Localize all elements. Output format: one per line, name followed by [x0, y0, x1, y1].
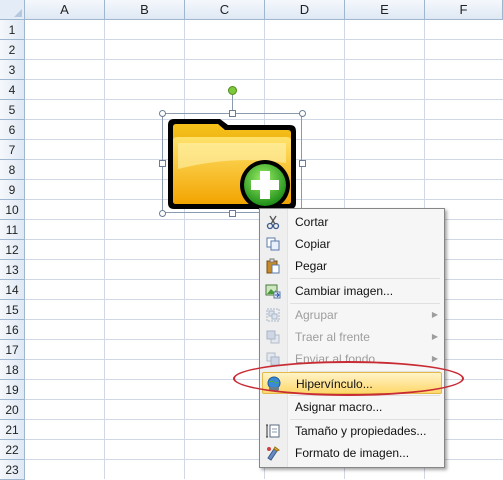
- row-header[interactable]: 2: [0, 40, 25, 60]
- menu-item-paste[interactable]: Pegar: [262, 255, 442, 277]
- row-header[interactable]: 7: [0, 140, 25, 160]
- resize-handle-e[interactable]: [299, 160, 306, 167]
- paste-icon: [266, 258, 280, 274]
- row-header[interactable]: 16: [0, 320, 25, 340]
- row-header[interactable]: 17: [0, 340, 25, 360]
- menu-item-label: Traer al frente: [295, 330, 370, 344]
- format-picture-icon: [267, 446, 280, 461]
- menu-item-bring-front[interactable]: Traer al frente ▶: [262, 326, 442, 348]
- row-header[interactable]: 20: [0, 400, 25, 420]
- resize-handle-s[interactable]: [229, 210, 236, 217]
- resize-handle-sw[interactable]: [159, 210, 166, 217]
- column-header-b[interactable]: B: [105, 0, 185, 20]
- row-header[interactable]: 11: [0, 220, 25, 240]
- row-header[interactable]: 12: [0, 240, 25, 260]
- row-header[interactable]: 14: [0, 280, 25, 300]
- menu-item-label: Formato de imagen...: [295, 446, 410, 460]
- menu-item-label: Cambiar imagen...: [295, 284, 394, 298]
- row-header[interactable]: 3: [0, 60, 25, 80]
- gridline: [25, 99, 503, 100]
- resize-handle-ne[interactable]: [299, 110, 306, 117]
- menu-item-format-picture[interactable]: Formato de imagen...: [262, 442, 442, 464]
- menu-item-change-picture[interactable]: Cambiar imagen...: [262, 280, 442, 302]
- menu-item-label: Pegar: [295, 259, 328, 273]
- column-header-c[interactable]: C: [185, 0, 265, 20]
- picture-selection-frame: [162, 113, 302, 213]
- gridline: [25, 39, 503, 40]
- column-header-d[interactable]: D: [265, 0, 345, 20]
- submenu-arrow-icon: ▶: [431, 310, 438, 319]
- rotation-handle[interactable]: [228, 86, 237, 95]
- row-header[interactable]: 1: [0, 20, 25, 40]
- row-header[interactable]: 9: [0, 180, 25, 200]
- row-header[interactable]: 8: [0, 160, 25, 180]
- menu-separator: [290, 278, 440, 279]
- copy-icon: [266, 237, 280, 251]
- row-header[interactable]: 19: [0, 380, 25, 400]
- column-header-f[interactable]: F: [425, 0, 503, 20]
- menu-item-cut[interactable]: Cortar: [262, 211, 442, 233]
- scissors-icon: [266, 215, 280, 230]
- column-header-a[interactable]: A: [25, 0, 105, 20]
- menu-item-assign-macro[interactable]: Asignar macro...: [262, 396, 442, 418]
- column-header-e[interactable]: E: [345, 0, 425, 20]
- menu-item-size-properties[interactable]: Tamaño y propiedades...: [262, 420, 442, 442]
- menu-item-copy[interactable]: Copiar: [262, 233, 442, 255]
- menu-item-label: Copiar: [295, 237, 331, 251]
- context-menu: Cortar Copiar Pegar Cambiar imagen... Ag…: [259, 208, 445, 468]
- select-all-corner[interactable]: [0, 0, 25, 20]
- gridline: [25, 79, 503, 80]
- row-header[interactable]: 22: [0, 440, 25, 460]
- row-header[interactable]: 4: [0, 80, 25, 100]
- gridline: [104, 20, 105, 479]
- bring-front-icon: [266, 330, 280, 344]
- resize-handle-n[interactable]: [229, 110, 236, 117]
- row-header[interactable]: 13: [0, 260, 25, 280]
- menu-item-label: Agrupar: [295, 308, 338, 322]
- size-properties-icon: [266, 424, 280, 438]
- row-header[interactable]: 21: [0, 420, 25, 440]
- resize-handle-w[interactable]: [159, 160, 166, 167]
- row-header[interactable]: 5: [0, 100, 25, 120]
- gridline: [25, 59, 503, 60]
- change-picture-icon: [265, 284, 281, 299]
- row-header[interactable]: 18: [0, 360, 25, 380]
- menu-item-label: Tamaño y propiedades...: [295, 424, 427, 438]
- menu-item-label: Asignar macro...: [295, 400, 383, 414]
- gridline: [184, 20, 185, 479]
- row-header[interactable]: 15: [0, 300, 25, 320]
- menu-item-label: Cortar: [295, 215, 329, 229]
- group-icon: [266, 308, 280, 322]
- row-header[interactable]: 23: [0, 460, 25, 480]
- submenu-arrow-icon: ▶: [431, 332, 438, 341]
- row-header[interactable]: 6: [0, 120, 25, 140]
- menu-item-group[interactable]: Agrupar ▶: [262, 304, 442, 326]
- row-header[interactable]: 10: [0, 200, 25, 220]
- highlight-annotation-oval: [233, 361, 464, 396]
- resize-handle-nw[interactable]: [159, 110, 166, 117]
